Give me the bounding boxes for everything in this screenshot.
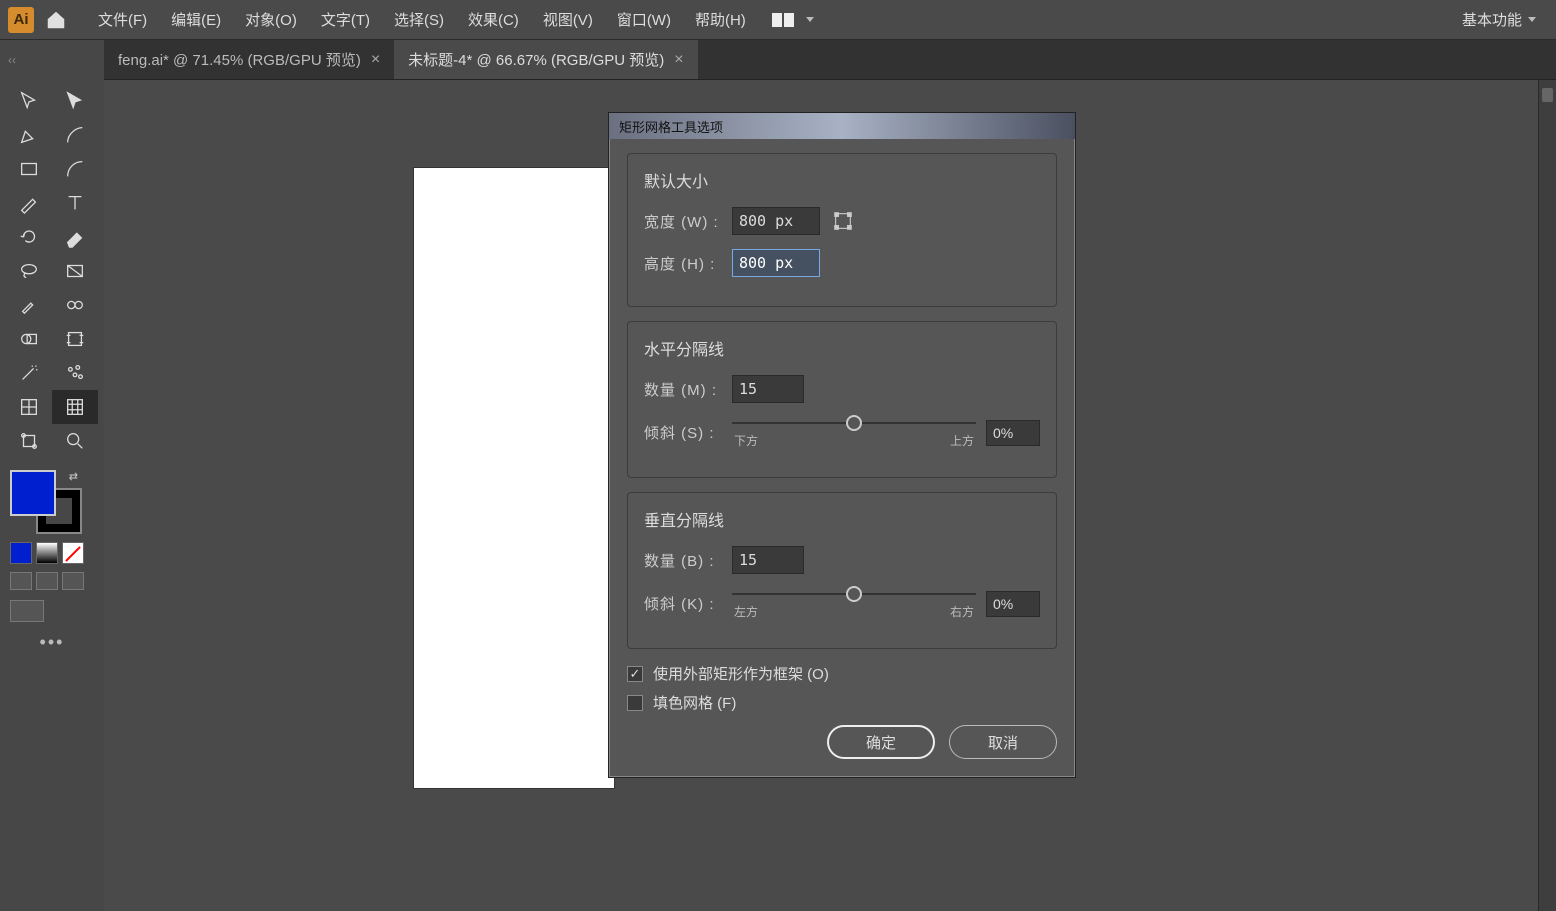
checkbox-label: 使用外部矩形作为框架 (O) bbox=[653, 663, 829, 684]
free-transform-tool-icon[interactable] bbox=[6, 424, 52, 458]
blend-tool-icon[interactable] bbox=[52, 288, 98, 322]
menu-help[interactable]: 帮助(H) bbox=[685, 5, 756, 34]
fill-grid-checkbox[interactable]: 填色网格 (F) bbox=[627, 692, 1057, 713]
use-outer-rect-checkbox[interactable]: 使用外部矩形作为框架 (O) bbox=[627, 663, 1057, 684]
magic-wand-tool-icon[interactable] bbox=[6, 356, 52, 390]
eraser-tool-icon[interactable] bbox=[52, 220, 98, 254]
color-mode-row bbox=[0, 538, 104, 568]
skew-label: 倾斜 (K) : bbox=[644, 593, 722, 614]
document-tab[interactable]: feng.ai* @ 71.45% (RGB/GPU 预览) × bbox=[104, 40, 394, 79]
eyedropper-tool-icon[interactable] bbox=[6, 288, 52, 322]
none-mode-icon[interactable] bbox=[62, 542, 84, 564]
menu-select[interactable]: 选择(S) bbox=[384, 5, 454, 34]
artboard-tool-icon[interactable] bbox=[52, 322, 98, 356]
chevron-down-icon[interactable] bbox=[806, 17, 814, 22]
direct-selection-tool-icon[interactable] bbox=[52, 84, 98, 118]
tab-label: feng.ai* @ 71.45% (RGB/GPU 预览) bbox=[118, 49, 361, 70]
close-icon[interactable]: × bbox=[674, 51, 683, 69]
count-label: 数量 (M) : bbox=[644, 379, 722, 400]
workspace-switcher[interactable]: 基本功能 bbox=[1450, 5, 1548, 34]
rectangular-grid-options-dialog: 矩形网格工具选项 默认大小 宽度 (W) : 高度 (H) : 水平分隔线 数量… bbox=[608, 112, 1076, 778]
menu-type[interactable]: 文字(T) bbox=[311, 5, 380, 34]
curvature-tool-icon[interactable] bbox=[52, 118, 98, 152]
fill-swatch[interactable] bbox=[10, 470, 56, 516]
app-logo: Ai bbox=[8, 7, 34, 33]
menu-file[interactable]: 文件(F) bbox=[88, 5, 157, 34]
mesh-tool-icon[interactable] bbox=[6, 390, 52, 424]
horiz-skew-slider[interactable] bbox=[732, 416, 976, 430]
slider-right-label: 上方 bbox=[950, 432, 974, 449]
vert-skew-slider[interactable] bbox=[732, 587, 976, 601]
collapse-handle[interactable]: ‹‹ bbox=[0, 40, 104, 80]
checkbox-icon[interactable] bbox=[627, 695, 643, 711]
draw-mode-row bbox=[0, 568, 104, 594]
menu-view[interactable]: 视图(V) bbox=[533, 5, 603, 34]
draw-inside-icon[interactable] bbox=[62, 572, 84, 590]
rectangular-grid-tool-icon[interactable] bbox=[52, 390, 98, 424]
width-label: 宽度 (W) : bbox=[644, 211, 722, 232]
width-field[interactable] bbox=[732, 207, 820, 235]
group-title: 默认大小 bbox=[644, 168, 1040, 192]
height-label: 高度 (H) : bbox=[644, 253, 722, 274]
default-size-group: 默认大小 宽度 (W) : 高度 (H) : bbox=[627, 153, 1057, 307]
menubar: Ai 文件(F) 编辑(E) 对象(O) 文字(T) 选择(S) 效果(C) 视… bbox=[0, 0, 1556, 40]
group-title: 垂直分隔线 bbox=[644, 507, 1040, 531]
color-mode-icon[interactable] bbox=[10, 542, 32, 564]
vert-count-field[interactable] bbox=[732, 546, 804, 574]
horiz-count-field[interactable] bbox=[732, 375, 804, 403]
dialog-title[interactable]: 矩形网格工具选项 bbox=[609, 113, 1075, 139]
edit-toolbar-icon[interactable]: ••• bbox=[0, 628, 104, 657]
ok-button[interactable]: 确定 bbox=[827, 725, 935, 759]
workspace-label: 基本功能 bbox=[1462, 9, 1522, 30]
zoom-tool-icon[interactable] bbox=[52, 424, 98, 458]
rectangle-tool-icon[interactable] bbox=[6, 152, 52, 186]
selection-tool-icon[interactable] bbox=[6, 84, 52, 118]
document-tab[interactable]: 未标题-4* @ 66.67% (RGB/GPU 预览) × bbox=[394, 40, 697, 79]
count-label: 数量 (B) : bbox=[644, 550, 722, 571]
skew-label: 倾斜 (S) : bbox=[644, 422, 722, 443]
gradient-tool-icon[interactable] bbox=[52, 254, 98, 288]
draw-normal-icon[interactable] bbox=[10, 572, 32, 590]
horizontal-dividers-group: 水平分隔线 数量 (M) : 倾斜 (S) : 下方 上方 bbox=[627, 321, 1057, 478]
document-tabs: feng.ai* @ 71.45% (RGB/GPU 预览) × 未标题-4* … bbox=[104, 40, 1556, 80]
checkbox-icon[interactable] bbox=[627, 666, 643, 682]
arc-tool-icon[interactable] bbox=[52, 152, 98, 186]
close-icon[interactable]: × bbox=[371, 51, 380, 69]
cancel-button[interactable]: 取消 bbox=[949, 725, 1057, 759]
vert-skew-field[interactable] bbox=[986, 591, 1040, 617]
slider-left-label: 下方 bbox=[734, 432, 758, 449]
pen-tool-icon[interactable] bbox=[6, 118, 52, 152]
tab-label: 未标题-4* @ 66.67% (RGB/GPU 预览) bbox=[408, 49, 664, 70]
checkbox-label: 填色网格 (F) bbox=[653, 692, 736, 713]
gradient-mode-icon[interactable] bbox=[36, 542, 58, 564]
menu-items: 文件(F) 编辑(E) 对象(O) 文字(T) 选择(S) 效果(C) 视图(V… bbox=[88, 5, 756, 34]
swap-fill-stroke-icon[interactable]: ⇄ bbox=[69, 470, 78, 483]
arrange-documents-icon[interactable] bbox=[772, 11, 796, 29]
screen-mode-icon[interactable] bbox=[10, 600, 44, 622]
height-field[interactable] bbox=[732, 249, 820, 277]
vertical-dividers-group: 垂直分隔线 数量 (B) : 倾斜 (K) : 左方 右方 bbox=[627, 492, 1057, 649]
draw-behind-icon[interactable] bbox=[36, 572, 58, 590]
menu-effect[interactable]: 效果(C) bbox=[458, 5, 529, 34]
vertical-scrollbar[interactable] bbox=[1538, 80, 1556, 911]
rotate-tool-icon[interactable] bbox=[6, 220, 52, 254]
symbol-sprayer-tool-icon[interactable] bbox=[52, 356, 98, 390]
fill-stroke-swatch[interactable]: ⇄ bbox=[10, 470, 80, 532]
artboard[interactable] bbox=[414, 168, 614, 788]
menu-window[interactable]: 窗口(W) bbox=[607, 5, 681, 34]
group-title: 水平分隔线 bbox=[644, 336, 1040, 360]
home-icon[interactable] bbox=[42, 6, 70, 34]
paintbrush-tool-icon[interactable] bbox=[6, 186, 52, 220]
lasso-tool-icon[interactable] bbox=[6, 254, 52, 288]
slider-left-label: 左方 bbox=[734, 603, 758, 620]
menu-object[interactable]: 对象(O) bbox=[235, 5, 307, 34]
reference-point-icon[interactable] bbox=[830, 208, 856, 234]
menu-edit[interactable]: 编辑(E) bbox=[161, 5, 231, 34]
tools-panel: ‹‹ ⇄ bbox=[0, 40, 104, 911]
chevron-down-icon bbox=[1528, 17, 1536, 22]
slider-right-label: 右方 bbox=[950, 603, 974, 620]
type-tool-icon[interactable] bbox=[52, 186, 98, 220]
shape-builder-tool-icon[interactable] bbox=[6, 322, 52, 356]
horiz-skew-field[interactable] bbox=[986, 420, 1040, 446]
